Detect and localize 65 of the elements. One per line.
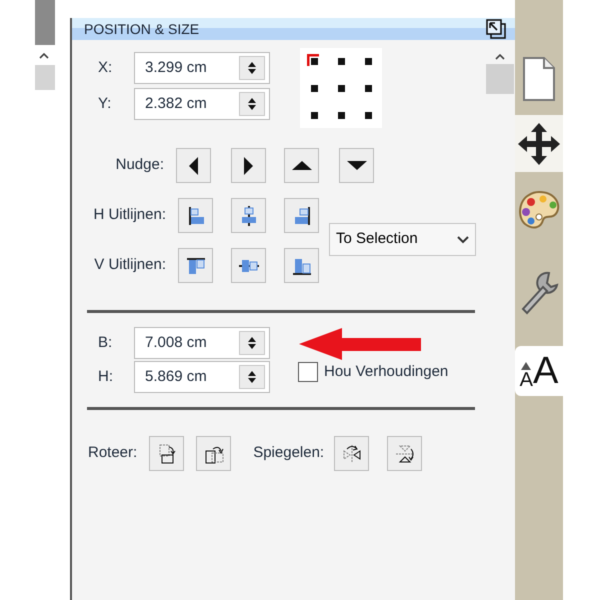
number-field[interactable]: 3.299 cm: [134, 52, 270, 84]
chevron-down-icon: [457, 236, 469, 244]
number-field[interactable]: 2.382 cm: [134, 88, 270, 120]
spin-arrows-icon: [247, 61, 257, 75]
checkbox[interactable]: [298, 362, 318, 382]
number-field[interactable]: 5.869 cm: [134, 361, 270, 393]
tool-button[interactable]: [178, 248, 213, 283]
up-triangle-icon: [292, 161, 312, 170]
undock-icon[interactable]: [485, 18, 507, 40]
font-large-letter: A: [532, 352, 558, 390]
flip-horizontal-icon: [340, 442, 363, 464]
row-label: Nudge:: [114, 155, 164, 176]
dropdown-value: To Selection: [336, 229, 418, 250]
row-label: Roteer:: [88, 443, 138, 464]
tool-button[interactable]: [284, 248, 319, 283]
tool-button[interactable]: [231, 148, 266, 183]
tool-tab[interactable]: AA: [515, 346, 563, 396]
tool-button[interactable]: [334, 436, 370, 471]
move-icon: [517, 122, 561, 166]
row-label: Spiegelen:: [253, 443, 324, 464]
spin-arrows-icon: [247, 336, 257, 350]
number-field[interactable]: 7.008 cm: [134, 327, 270, 359]
row-label: H Uitlijnen:: [92, 205, 166, 226]
tool-button[interactable]: [149, 436, 184, 471]
field-value: 7.008 cm: [145, 332, 207, 353]
spin-button[interactable]: [239, 331, 265, 355]
field-value: 5.869 cm: [145, 366, 207, 387]
font-small-letter: A: [520, 370, 533, 390]
tool-button[interactable]: [387, 436, 422, 471]
field-value: 2.382 cm: [145, 94, 207, 114]
tool-button[interactable]: [196, 436, 232, 471]
tool-tab[interactable]: [515, 115, 563, 172]
field-label: B:: [98, 332, 114, 353]
checkbox-label: Hou Verhoudingen: [324, 362, 448, 382]
size-triangle-icon: [521, 362, 532, 370]
page-icon: [522, 56, 556, 102]
field-label: H:: [98, 366, 114, 387]
down-triangle-icon: [346, 161, 366, 170]
spin-button[interactable]: [239, 56, 265, 80]
anchor-point[interactable]: [306, 54, 321, 68]
flip-vertical-icon: [394, 442, 416, 464]
spin-arrows-icon: [247, 97, 257, 111]
spin-arrows-icon: [247, 370, 257, 384]
palette-icon: [517, 190, 561, 232]
scrollbar-thumb[interactable]: [35, 65, 55, 90]
align-to-dropdown[interactable]: To Selection: [329, 223, 476, 256]
tool-button[interactable]: [284, 148, 319, 183]
row-label: V Uitlijnen:: [93, 255, 166, 276]
field-value: 3.299 cm: [145, 58, 207, 78]
tool-button[interactable]: [339, 148, 374, 183]
field-label: X:: [98, 58, 114, 78]
tool-button[interactable]: [176, 148, 211, 183]
wrench-icon: [519, 270, 559, 314]
scroll-up-icon[interactable]: [495, 54, 505, 60]
scroll-up-icon[interactable]: [39, 53, 49, 59]
left-triangle-icon: [189, 156, 198, 174]
tool-button[interactable]: [178, 198, 213, 233]
scrollbar-block: [35, 0, 55, 45]
right-triangle-icon: [244, 156, 253, 174]
field-label: Y:: [98, 94, 112, 114]
tool-button[interactable]: [284, 198, 319, 233]
panel-title: POSITION & SIZE: [84, 20, 200, 38]
spin-button[interactable]: [239, 92, 265, 116]
spin-button[interactable]: [239, 365, 265, 389]
scrollbar-thumb[interactable]: [486, 64, 514, 94]
